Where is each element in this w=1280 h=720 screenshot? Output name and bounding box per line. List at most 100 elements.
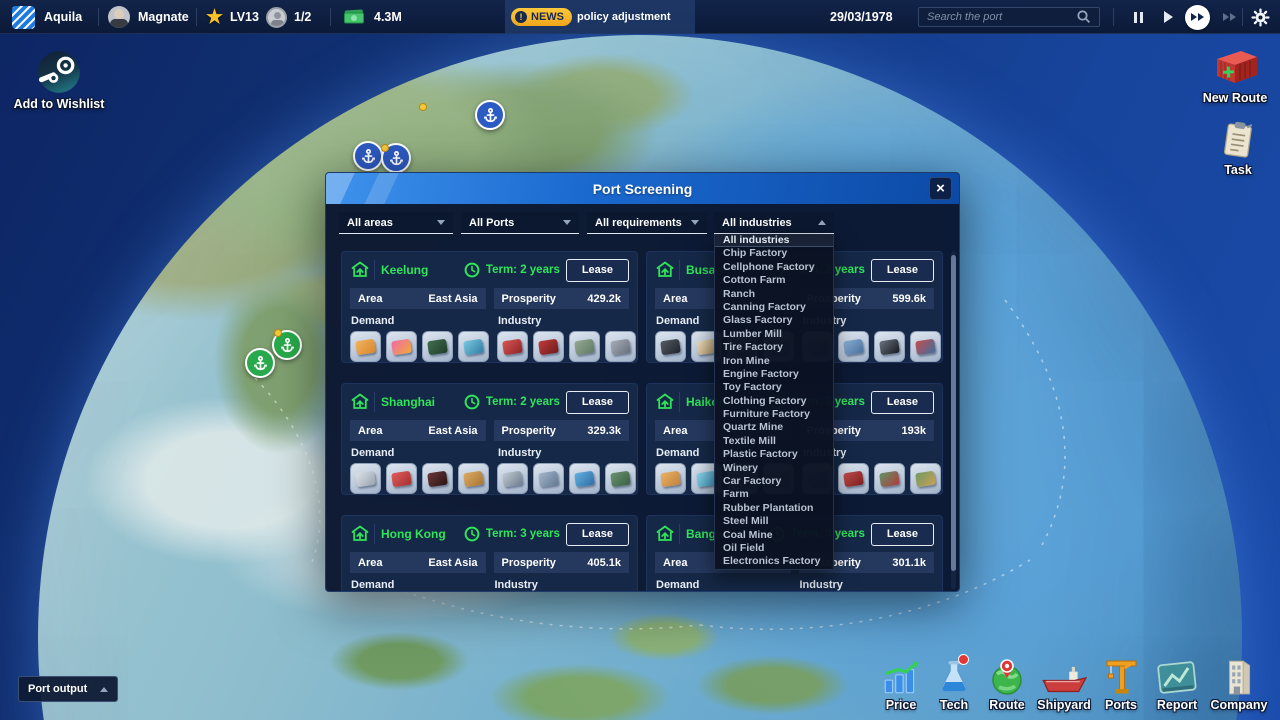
lease-button[interactable]: Lease [566,259,629,282]
filter-row: All areas All Ports All requirements All… [326,212,960,234]
filter-areas[interactable]: All areas [339,212,453,234]
industry-option[interactable]: Engine Factory [715,368,833,381]
port-name: Keelung [381,263,458,277]
modal-scrollbar [951,251,956,589]
industry-option[interactable]: Canning Factory [715,301,833,314]
ship-icon [1041,656,1087,696]
lease-button[interactable]: Lease [871,391,934,414]
port-anchor-marker-owned[interactable] [245,348,275,378]
industry-option[interactable]: Ranch [715,288,833,301]
port-name: Shanghai [381,395,458,409]
term-label: Term: 2 years [486,264,560,276]
industry-option[interactable]: Rubber Plantation [715,502,833,515]
news-badge: ! NEWS [511,8,572,26]
demand-label: Demand [656,579,791,591]
dock-item-route[interactable]: Route [982,656,1032,712]
dock-item-price[interactable]: Price [876,656,926,712]
industry-option[interactable]: Furniture Factory [715,408,833,421]
industry-option[interactable]: Winery [715,462,833,475]
dock-item-company[interactable]: Company [1208,656,1270,712]
industry-option[interactable]: Chip Factory [715,247,833,260]
port-building-icon [655,392,680,412]
port-output-button[interactable]: Port output [18,676,118,702]
news-ticker[interactable]: ! NEWS policy adjustment [505,0,695,34]
industry-option[interactable]: Car Factory [715,475,833,488]
industry-label: Industry [498,315,636,327]
lease-button[interactable]: Lease [566,523,629,546]
fastest-forward-button[interactable] [1218,0,1240,34]
bottom-dock: Price Tech [876,656,1270,712]
industry-option[interactable]: Plastic Factory [715,448,833,461]
filter-ports[interactable]: All Ports [461,212,579,234]
lease-button[interactable]: Lease [871,523,934,546]
player-title: Magnate [138,10,189,24]
industry-option[interactable]: Lumber Mill [715,328,833,341]
tire-factory-icon [874,331,905,362]
prosperity-row: Prosperity405.1k [494,552,630,573]
close-icon[interactable]: × [929,177,952,200]
alert-icon: ! [515,11,527,23]
lease-button[interactable]: Lease [871,259,934,282]
industry-option[interactable]: Textile Mill [715,435,833,448]
industry-option[interactable]: Clothing Factory [715,395,833,408]
port-search-input[interactable] [918,7,1100,27]
steam-wishlist-button[interactable]: Add to Wishlist [0,50,118,111]
industry-option[interactable]: Iron Mine [715,355,833,368]
pause-button[interactable] [1128,0,1148,34]
industry-option[interactable]: Toy Factory [715,381,833,394]
player-avatar[interactable] [108,6,130,28]
lease-button[interactable]: Lease [566,391,629,414]
task-button[interactable]: Task [1212,120,1264,177]
building-up-icon [350,392,370,412]
play-button[interactable] [1158,0,1178,34]
industry-option[interactable]: Steel Mill [715,515,833,528]
filter-industries[interactable]: All industries [714,212,834,234]
industry-option[interactable]: Farm [715,488,833,501]
fabric-icon [350,331,381,362]
container-icon [1209,46,1261,88]
settings-gear-icon[interactable] [1248,0,1272,34]
port-building-icon [350,524,375,544]
industry-option[interactable]: Coal Mine [715,529,833,542]
map-highlight-dot [419,103,427,111]
furniture-icon [458,463,489,494]
industry-option[interactable]: Electronics Factory [715,555,833,568]
anchor-icon [279,337,296,354]
industry-option[interactable]: Oil Field [715,542,833,555]
anchor-icon [252,355,269,372]
fabric-icon [655,463,686,494]
industry-label: Industry [498,447,636,459]
manager-medallion-icon[interactable] [266,7,287,28]
engine-factory-icon [838,463,869,494]
scrollbar-thumb[interactable] [951,255,956,571]
dock-item-tech[interactable]: Tech [929,656,979,712]
fast-forward-button-active[interactable] [1183,0,1211,34]
dock-item-shipyard[interactable]: Shipyard [1035,656,1093,712]
game-screen: Aquila Magnate ★ LV13 1/2 4.3M ! NEWS po… [0,0,1280,720]
route-globe-icon [988,656,1026,696]
clock-icon [464,526,480,542]
task-label: Task [1224,163,1252,177]
industry-option[interactable]: Quartz Mine [715,421,833,434]
conveyor-factory-icon [838,331,869,362]
game-date: 29/03/1978 [830,10,893,24]
industry-option[interactable]: All industries [715,234,833,247]
canned-food-icon [458,331,489,362]
port-anchor-marker[interactable] [353,141,383,171]
new-route-button[interactable]: New Route [1198,46,1272,105]
filter-requirements[interactable]: All requirements [587,212,707,234]
building-up-icon [655,392,675,412]
search-icon[interactable] [1076,9,1092,25]
dock-item-ports[interactable]: Ports [1096,656,1146,712]
coal-icon [655,331,686,362]
modal-header: Port Screening × [326,173,959,204]
dock-item-report[interactable]: Report [1149,656,1205,712]
port-anchor-marker[interactable] [475,100,505,130]
industry-option[interactable]: Glass Factory [715,314,833,327]
industry-option[interactable]: Tire Factory [715,341,833,354]
level-label: LV13 [230,10,259,24]
industry-option[interactable]: Cellphone Factory [715,261,833,274]
industry-option[interactable]: Cotton Farm [715,274,833,287]
port-building-icon [655,524,680,544]
news-text: policy adjustment [577,11,671,23]
